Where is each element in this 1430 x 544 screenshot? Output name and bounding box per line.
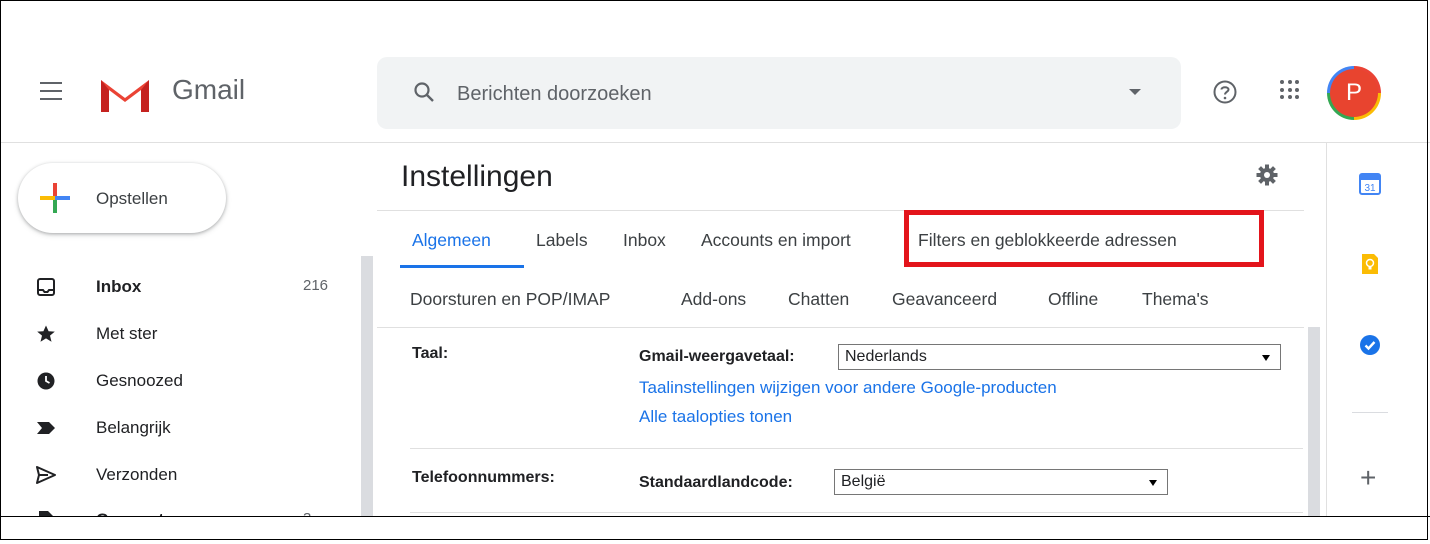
calendar-icon[interactable]: 31 (1358, 172, 1382, 196)
default-country-code-select[interactable]: België (834, 469, 1168, 495)
sidebar-scrollbar[interactable] (361, 256, 373, 526)
google-apps-icon[interactable] (1280, 80, 1300, 100)
compose-button[interactable]: Opstellen (18, 163, 226, 233)
side-panel-divider (1326, 143, 1327, 523)
tab-inbox[interactable]: Inbox (623, 230, 666, 251)
annotation-highlight-box (904, 210, 1264, 267)
tab-accounts-en-import[interactable]: Accounts en import (701, 230, 851, 251)
search-options-icon[interactable] (1129, 89, 1141, 95)
image-bottom-margin (0, 516, 1430, 543)
setting-label-taal: Taal: (412, 345, 449, 362)
clock-icon (37, 372, 55, 390)
app-name[interactable]: Gmail (172, 74, 245, 106)
sidebar-item-label: Met ster (96, 324, 158, 343)
tab-chatten[interactable]: Chatten (788, 289, 849, 310)
tasks-icon[interactable] (1358, 333, 1382, 357)
sidebar-item-label: Verzonden (96, 465, 178, 484)
page-title: Instellingen (401, 160, 553, 193)
search-icon[interactable] (413, 81, 435, 103)
tab-labels[interactable]: Labels (536, 230, 588, 251)
keep-icon[interactable] (1358, 252, 1382, 276)
send-icon (36, 466, 56, 484)
sidebar-item-inbox[interactable]: Inbox 216 (0, 267, 350, 311)
unread-count: 216 (303, 277, 329, 294)
language-settings-link[interactable]: Taalinstellingen wijzigen voor andere Go… (639, 378, 1057, 398)
tabs-divider (377, 327, 1304, 328)
sidebar-item-snoozed[interactable]: Gesnoozed (0, 361, 350, 405)
all-language-options-link[interactable]: Alle taalopties tonen (639, 407, 792, 427)
tab-geavanceerd[interactable]: Geavanceerd (892, 289, 997, 310)
tab-add-ons[interactable]: Add-ons (681, 289, 746, 310)
search-bar[interactable]: Berichten doorzoeken (377, 57, 1181, 129)
help-icon[interactable] (1212, 79, 1238, 105)
display-language-value: Nederlands (845, 348, 927, 365)
gmail-logo-icon (101, 80, 149, 112)
dropdown-arrow-icon (1262, 355, 1270, 361)
star-icon (37, 325, 55, 342)
display-language-label: Gmail-weergavetaal: (639, 348, 795, 365)
tab-offline[interactable]: Offline (1048, 289, 1098, 310)
side-panel-separator (1352, 412, 1388, 413)
add-addon-icon[interactable]: + (1360, 464, 1376, 492)
dropdown-arrow-icon (1149, 480, 1157, 486)
main-menu-icon[interactable] (40, 82, 62, 100)
sidebar-item-sent[interactable]: Verzonden (0, 455, 350, 499)
gear-icon[interactable] (1256, 164, 1278, 186)
tab-themas[interactable]: Thema's (1142, 289, 1209, 310)
sidebar-item-starred[interactable]: Met ster (0, 314, 350, 358)
important-icon (37, 422, 55, 434)
svg-text:31: 31 (1364, 183, 1376, 194)
sidebar-item-label: Gesnoozed (96, 371, 183, 390)
active-tab-indicator (400, 265, 524, 268)
compose-label: Opstellen (96, 189, 168, 208)
header-divider (0, 142, 1430, 143)
row-divider (410, 512, 1303, 513)
setting-label-telefoonnummers: Telefoonnummers: (412, 469, 555, 486)
avatar-letter: P (1330, 69, 1378, 117)
tab-doorsturen-en-pop-imap[interactable]: Doorsturen en POP/IMAP (410, 289, 610, 310)
row-divider (410, 448, 1303, 449)
compose-plus-icon (40, 183, 70, 213)
display-language-select[interactable]: Nederlands (838, 344, 1281, 370)
default-country-code-label: Standaardlandcode: (639, 474, 793, 491)
default-country-code-value: België (841, 473, 886, 490)
tab-algemeen[interactable]: Algemeen (412, 230, 491, 251)
sidebar-item-label: Belangrijk (96, 418, 171, 437)
sidebar-item-important[interactable]: Belangrijk (0, 408, 350, 452)
sidebar-item-label: Inbox (96, 277, 142, 296)
search-input[interactable]: Berichten doorzoeken (457, 83, 652, 106)
inbox-icon (37, 278, 55, 296)
account-avatar[interactable]: P (1327, 66, 1381, 120)
main-scrollbar[interactable] (1308, 327, 1320, 527)
